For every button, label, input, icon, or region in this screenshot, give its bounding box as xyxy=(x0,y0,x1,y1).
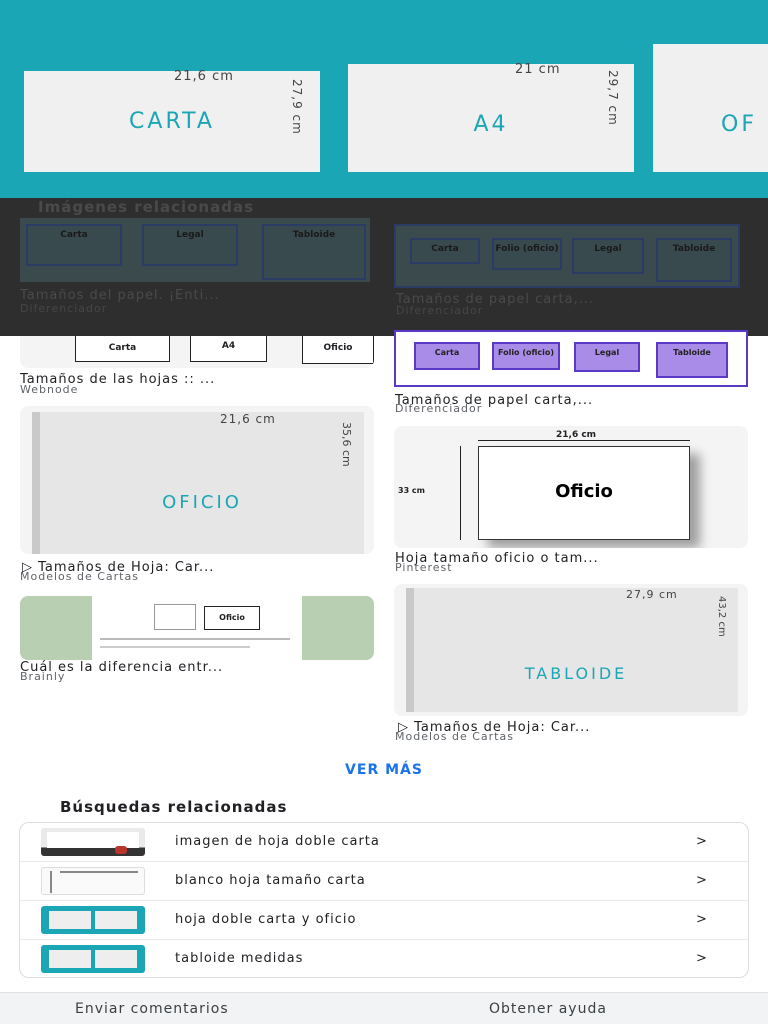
screenshot-panel: Oficio xyxy=(92,596,302,660)
sheet-width-label: 21,6 cm xyxy=(554,430,599,440)
related-search-label: tabloide medidas xyxy=(175,951,304,966)
mini-sheet-tabloide: Tabloide xyxy=(656,342,728,378)
chevron-right-icon: > xyxy=(696,873,707,888)
preview-sheet-oficio[interactable]: OF xyxy=(653,44,768,172)
mini-sheet-graphic xyxy=(95,911,137,929)
chevron-right-icon: > xyxy=(696,912,707,927)
mini-sheet-carta: Carta xyxy=(410,238,480,264)
result-thumb-tabloide-sheet[interactable]: 27,9 cm 43,2 cm TABLOIDE xyxy=(394,584,748,716)
chevron-right-icon: > xyxy=(696,834,707,849)
related-search-thumb xyxy=(41,906,145,934)
sheet-illustration: 27,9 cm 43,2 cm TABLOIDE xyxy=(406,588,738,712)
related-search-label: blanco hoja tamaño carta xyxy=(175,873,366,888)
related-search-item[interactable]: blanco hoja tamaño carta > xyxy=(20,862,748,901)
image-preview-carousel[interactable]: 21,6 cm 27,9 cm CARTA 21 cm 29,7 cm A4 O… xyxy=(0,0,768,200)
related-images-title: Imágenes relacionadas xyxy=(38,198,255,216)
result-thumb-pinterest[interactable]: Oficio 21,6 cm 33 cm xyxy=(394,426,748,548)
sheet-illustration: Oficio xyxy=(478,446,690,540)
mini-sheet-folio: Folio (oficio) xyxy=(492,238,562,270)
mini-sheet-carta: Carta xyxy=(414,342,480,370)
chevron-right-icon: > xyxy=(696,951,707,966)
sheet-height-label: 35,6 cm xyxy=(340,422,353,467)
related-search-thumb xyxy=(41,945,145,973)
sheet-width-label: 21,6 cm xyxy=(174,69,234,84)
mini-sheet-a4: A4 xyxy=(190,336,267,362)
related-image-1-caption[interactable]: Tamaños del papel. ¡Enti... xyxy=(20,288,220,303)
related-search-label: hoja doble carta y oficio xyxy=(175,912,357,927)
sheet-height-label: 33 cm xyxy=(398,486,425,495)
related-search-item[interactable]: tabloide medidas > xyxy=(20,940,748,977)
ver-mas-button[interactable]: VER MÁS xyxy=(0,762,768,778)
preview-sheet-carta[interactable]: 21,6 cm 27,9 cm CARTA xyxy=(24,69,320,172)
mini-sheet-folio: Folio (oficio) xyxy=(492,342,560,370)
mini-sheet-oficio: Oficio xyxy=(204,606,260,630)
height-dimension-arrow xyxy=(460,446,461,540)
result-thumb-diferenciador[interactable]: Carta Folio (oficio) Legal Tabloide xyxy=(394,330,748,387)
dimension-line-graphic xyxy=(60,871,138,873)
sheet-name: TABLOIDE xyxy=(524,664,628,683)
hand-graphic xyxy=(115,846,127,854)
mini-sheet-tabloide: Tabloide xyxy=(262,224,366,280)
result-source: Modelos de Cartas xyxy=(20,570,139,583)
mini-sheet-carta: Carta xyxy=(26,224,122,266)
sheet-name: CARTA xyxy=(129,109,215,134)
text-lines xyxy=(100,638,290,640)
result-thumb-webnode[interactable]: Carta A4 Oficio xyxy=(20,336,374,368)
text-lines xyxy=(100,646,250,648)
result-source: Webnode xyxy=(20,383,79,396)
mini-sheet-tabloide: Tabloide xyxy=(656,238,732,282)
dimension-line-graphic xyxy=(50,871,52,893)
mini-sheet-graphic xyxy=(49,911,91,929)
result-thumb-brainly[interactable]: Oficio xyxy=(20,596,374,660)
result-source: Pinterest xyxy=(395,561,453,574)
mini-sheet-graphic xyxy=(95,950,137,968)
sheet-width-label: 21,6 cm xyxy=(220,412,276,426)
sheet-name: Oficio xyxy=(555,481,613,502)
related-searches-list: imagen de hoja doble carta > blanco hoja… xyxy=(19,822,749,978)
related-image-2-source: Diferenciador xyxy=(396,304,484,317)
related-image-1-source: Diferenciador xyxy=(20,302,108,315)
sheet-width-label: 27,9 cm xyxy=(626,588,678,601)
mini-sheet-graphic xyxy=(49,950,91,968)
related-search-item[interactable]: hoja doble carta y oficio > xyxy=(20,901,748,940)
sheet-name: A4 xyxy=(473,112,509,137)
mini-sheet-legal: Legal xyxy=(574,342,640,372)
send-feedback-link[interactable]: Enviar comentarios xyxy=(75,1001,229,1017)
related-image-1[interactable]: Carta Legal Tabloide xyxy=(20,218,370,282)
sheet-name: OF xyxy=(721,112,757,137)
related-searches-title: Búsquedas relacionadas xyxy=(60,798,288,816)
related-images-overlay: Imágenes relacionadas Carta Legal Tabloi… xyxy=(0,198,768,336)
result-source: Diferenciador xyxy=(395,402,483,415)
related-search-item[interactable]: imagen de hoja doble carta > xyxy=(20,823,748,862)
related-image-2[interactable]: Carta Folio (oficio) Legal Tabloide xyxy=(394,224,740,288)
mini-sheet-carta: Carta xyxy=(75,336,170,362)
mini-sheet-carta xyxy=(154,604,196,630)
mini-sheet-legal: Legal xyxy=(142,224,238,266)
mini-sheet-oficio: Oficio xyxy=(302,336,374,364)
result-source: Modelos de Cartas xyxy=(395,730,514,743)
sheet-name: OFICIO xyxy=(162,492,242,513)
related-search-thumb xyxy=(41,828,145,856)
preview-sheet-a4[interactable]: 21 cm 29,7 cm A4 xyxy=(348,62,634,172)
footer-bar: Enviar comentarios Obtener ayuda xyxy=(0,992,768,1024)
mini-sheet-legal: Legal xyxy=(572,238,644,274)
sheet-height-label: 43,2 cm xyxy=(716,596,727,637)
get-help-link[interactable]: Obtener ayuda xyxy=(489,1001,607,1017)
width-dimension-arrow xyxy=(478,440,690,441)
related-search-thumb xyxy=(41,867,145,895)
sheet-illustration: 21,6 cm 35,6 cm OFICIO xyxy=(32,412,364,554)
result-source: Brainly xyxy=(20,670,66,683)
related-search-label: imagen de hoja doble carta xyxy=(175,834,380,849)
result-thumb-oficio-sheet[interactable]: 21,6 cm 35,6 cm OFICIO xyxy=(20,406,374,554)
sheet-width-label: 21 cm xyxy=(515,62,561,77)
